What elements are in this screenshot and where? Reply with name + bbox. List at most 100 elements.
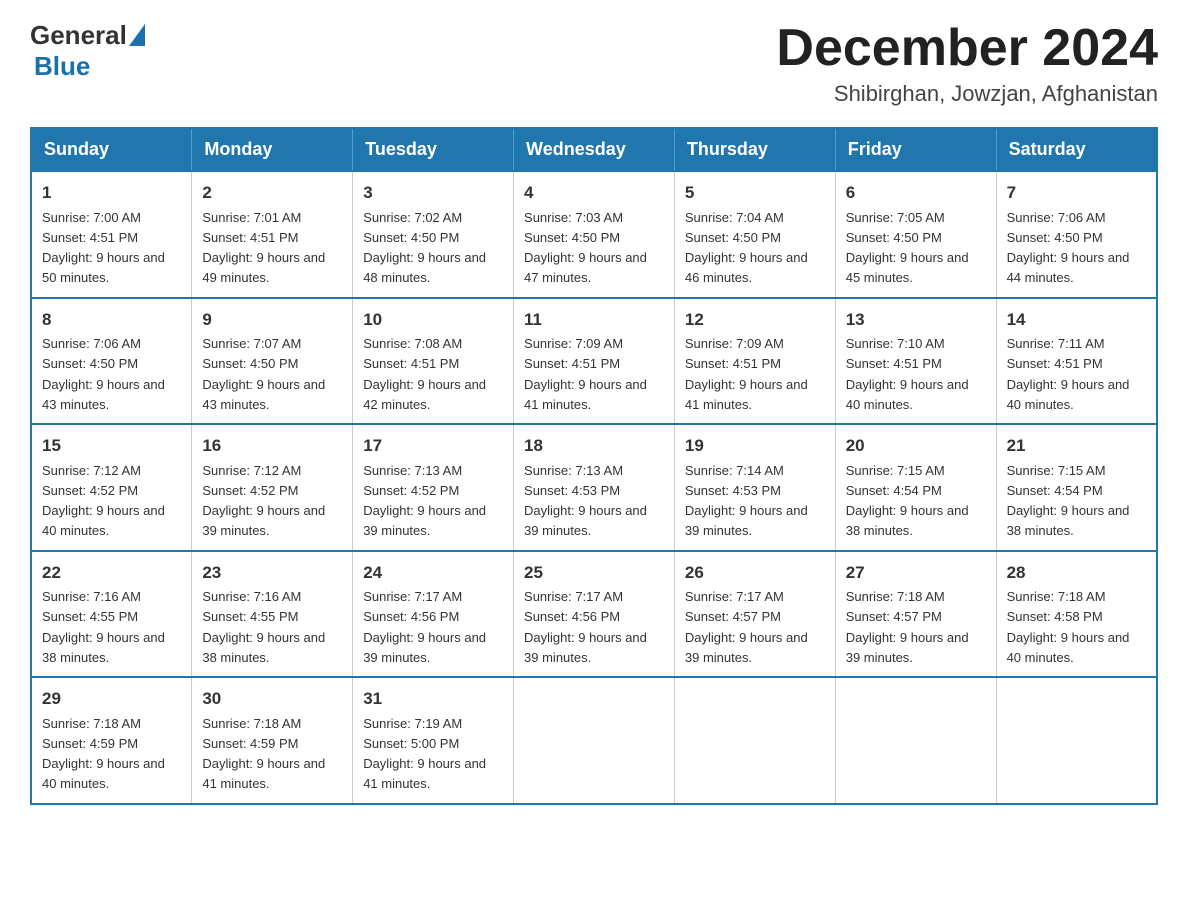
day-info: Sunrise: 7:15 AMSunset: 4:54 PMDaylight:… [1007, 463, 1130, 539]
day-number: 26 [685, 560, 825, 586]
day-info: Sunrise: 7:18 AMSunset: 4:57 PMDaylight:… [846, 589, 969, 665]
calendar-cell: 2 Sunrise: 7:01 AMSunset: 4:51 PMDayligh… [192, 171, 353, 298]
calendar-cell: 31 Sunrise: 7:19 AMSunset: 5:00 PMDaylig… [353, 677, 514, 804]
calendar-cell: 25 Sunrise: 7:17 AMSunset: 4:56 PMDaylig… [514, 551, 675, 678]
day-number: 17 [363, 433, 503, 459]
day-info: Sunrise: 7:04 AMSunset: 4:50 PMDaylight:… [685, 210, 808, 286]
day-info: Sunrise: 7:12 AMSunset: 4:52 PMDaylight:… [202, 463, 325, 539]
calendar-cell: 3 Sunrise: 7:02 AMSunset: 4:50 PMDayligh… [353, 171, 514, 298]
calendar-cell: 15 Sunrise: 7:12 AMSunset: 4:52 PMDaylig… [31, 424, 192, 551]
day-info: Sunrise: 7:03 AMSunset: 4:50 PMDaylight:… [524, 210, 647, 286]
day-info: Sunrise: 7:12 AMSunset: 4:52 PMDaylight:… [42, 463, 165, 539]
day-number: 12 [685, 307, 825, 333]
calendar-cell: 8 Sunrise: 7:06 AMSunset: 4:50 PMDayligh… [31, 298, 192, 425]
day-info: Sunrise: 7:18 AMSunset: 4:58 PMDaylight:… [1007, 589, 1130, 665]
calendar-cell [996, 677, 1157, 804]
calendar-week-3: 15 Sunrise: 7:12 AMSunset: 4:52 PMDaylig… [31, 424, 1157, 551]
calendar-cell: 1 Sunrise: 7:00 AMSunset: 4:51 PMDayligh… [31, 171, 192, 298]
day-info: Sunrise: 7:07 AMSunset: 4:50 PMDaylight:… [202, 336, 325, 412]
day-number: 21 [1007, 433, 1146, 459]
day-number: 19 [685, 433, 825, 459]
day-number: 1 [42, 180, 181, 206]
calendar-cell: 26 Sunrise: 7:17 AMSunset: 4:57 PMDaylig… [674, 551, 835, 678]
weekday-header-row: Sunday Monday Tuesday Wednesday Thursday… [31, 128, 1157, 171]
day-info: Sunrise: 7:00 AMSunset: 4:51 PMDaylight:… [42, 210, 165, 286]
calendar-cell: 19 Sunrise: 7:14 AMSunset: 4:53 PMDaylig… [674, 424, 835, 551]
day-info: Sunrise: 7:11 AMSunset: 4:51 PMDaylight:… [1007, 336, 1130, 412]
day-number: 6 [846, 180, 986, 206]
calendar-cell: 4 Sunrise: 7:03 AMSunset: 4:50 PMDayligh… [514, 171, 675, 298]
day-info: Sunrise: 7:18 AMSunset: 4:59 PMDaylight:… [42, 716, 165, 792]
day-info: Sunrise: 7:08 AMSunset: 4:51 PMDaylight:… [363, 336, 486, 412]
header-saturday: Saturday [996, 128, 1157, 171]
day-info: Sunrise: 7:17 AMSunset: 4:57 PMDaylight:… [685, 589, 808, 665]
day-info: Sunrise: 7:02 AMSunset: 4:50 PMDaylight:… [363, 210, 486, 286]
header-sunday: Sunday [31, 128, 192, 171]
day-info: Sunrise: 7:17 AMSunset: 4:56 PMDaylight:… [363, 589, 486, 665]
day-number: 3 [363, 180, 503, 206]
calendar-cell: 29 Sunrise: 7:18 AMSunset: 4:59 PMDaylig… [31, 677, 192, 804]
day-number: 25 [524, 560, 664, 586]
header-thursday: Thursday [674, 128, 835, 171]
calendar-cell: 22 Sunrise: 7:16 AMSunset: 4:55 PMDaylig… [31, 551, 192, 678]
calendar-cell: 11 Sunrise: 7:09 AMSunset: 4:51 PMDaylig… [514, 298, 675, 425]
calendar-cell [835, 677, 996, 804]
header-tuesday: Tuesday [353, 128, 514, 171]
calendar-header: Sunday Monday Tuesday Wednesday Thursday… [31, 128, 1157, 171]
logo-triangle-icon [129, 24, 145, 46]
day-number: 13 [846, 307, 986, 333]
calendar-cell: 12 Sunrise: 7:09 AMSunset: 4:51 PMDaylig… [674, 298, 835, 425]
calendar-title: December 2024 [776, 20, 1158, 77]
day-number: 9 [202, 307, 342, 333]
day-number: 15 [42, 433, 181, 459]
calendar-cell: 5 Sunrise: 7:04 AMSunset: 4:50 PMDayligh… [674, 171, 835, 298]
calendar-body: 1 Sunrise: 7:00 AMSunset: 4:51 PMDayligh… [31, 171, 1157, 804]
calendar-cell: 13 Sunrise: 7:10 AMSunset: 4:51 PMDaylig… [835, 298, 996, 425]
day-info: Sunrise: 7:18 AMSunset: 4:59 PMDaylight:… [202, 716, 325, 792]
day-number: 20 [846, 433, 986, 459]
day-info: Sunrise: 7:17 AMSunset: 4:56 PMDaylight:… [524, 589, 647, 665]
day-number: 16 [202, 433, 342, 459]
day-info: Sunrise: 7:10 AMSunset: 4:51 PMDaylight:… [846, 336, 969, 412]
day-info: Sunrise: 7:13 AMSunset: 4:53 PMDaylight:… [524, 463, 647, 539]
calendar-cell: 18 Sunrise: 7:13 AMSunset: 4:53 PMDaylig… [514, 424, 675, 551]
day-number: 22 [42, 560, 181, 586]
calendar-week-4: 22 Sunrise: 7:16 AMSunset: 4:55 PMDaylig… [31, 551, 1157, 678]
calendar-cell: 30 Sunrise: 7:18 AMSunset: 4:59 PMDaylig… [192, 677, 353, 804]
day-info: Sunrise: 7:13 AMSunset: 4:52 PMDaylight:… [363, 463, 486, 539]
day-info: Sunrise: 7:15 AMSunset: 4:54 PMDaylight:… [846, 463, 969, 539]
calendar-week-1: 1 Sunrise: 7:00 AMSunset: 4:51 PMDayligh… [31, 171, 1157, 298]
calendar-cell: 23 Sunrise: 7:16 AMSunset: 4:55 PMDaylig… [192, 551, 353, 678]
day-number: 14 [1007, 307, 1146, 333]
calendar-cell: 27 Sunrise: 7:18 AMSunset: 4:57 PMDaylig… [835, 551, 996, 678]
logo-general-text: General [30, 20, 127, 51]
calendar-cell: 28 Sunrise: 7:18 AMSunset: 4:58 PMDaylig… [996, 551, 1157, 678]
day-info: Sunrise: 7:09 AMSunset: 4:51 PMDaylight:… [524, 336, 647, 412]
calendar-cell: 16 Sunrise: 7:12 AMSunset: 4:52 PMDaylig… [192, 424, 353, 551]
calendar-subtitle: Shibirghan, Jowzjan, Afghanistan [776, 81, 1158, 107]
day-info: Sunrise: 7:16 AMSunset: 4:55 PMDaylight:… [42, 589, 165, 665]
day-number: 5 [685, 180, 825, 206]
page-header: General Blue December 2024 Shibirghan, J… [30, 20, 1158, 107]
day-number: 10 [363, 307, 503, 333]
day-info: Sunrise: 7:16 AMSunset: 4:55 PMDaylight:… [202, 589, 325, 665]
day-number: 7 [1007, 180, 1146, 206]
calendar-cell: 21 Sunrise: 7:15 AMSunset: 4:54 PMDaylig… [996, 424, 1157, 551]
calendar-week-5: 29 Sunrise: 7:18 AMSunset: 4:59 PMDaylig… [31, 677, 1157, 804]
day-number: 30 [202, 686, 342, 712]
day-info: Sunrise: 7:05 AMSunset: 4:50 PMDaylight:… [846, 210, 969, 286]
calendar-cell: 14 Sunrise: 7:11 AMSunset: 4:51 PMDaylig… [996, 298, 1157, 425]
calendar-cell [674, 677, 835, 804]
day-info: Sunrise: 7:09 AMSunset: 4:51 PMDaylight:… [685, 336, 808, 412]
calendar-title-block: December 2024 Shibirghan, Jowzjan, Afgha… [776, 20, 1158, 107]
calendar-cell: 10 Sunrise: 7:08 AMSunset: 4:51 PMDaylig… [353, 298, 514, 425]
header-monday: Monday [192, 128, 353, 171]
day-number: 29 [42, 686, 181, 712]
day-number: 2 [202, 180, 342, 206]
day-info: Sunrise: 7:01 AMSunset: 4:51 PMDaylight:… [202, 210, 325, 286]
day-number: 11 [524, 307, 664, 333]
calendar-cell [514, 677, 675, 804]
day-info: Sunrise: 7:06 AMSunset: 4:50 PMDaylight:… [42, 336, 165, 412]
calendar-week-2: 8 Sunrise: 7:06 AMSunset: 4:50 PMDayligh… [31, 298, 1157, 425]
calendar-cell: 9 Sunrise: 7:07 AMSunset: 4:50 PMDayligh… [192, 298, 353, 425]
